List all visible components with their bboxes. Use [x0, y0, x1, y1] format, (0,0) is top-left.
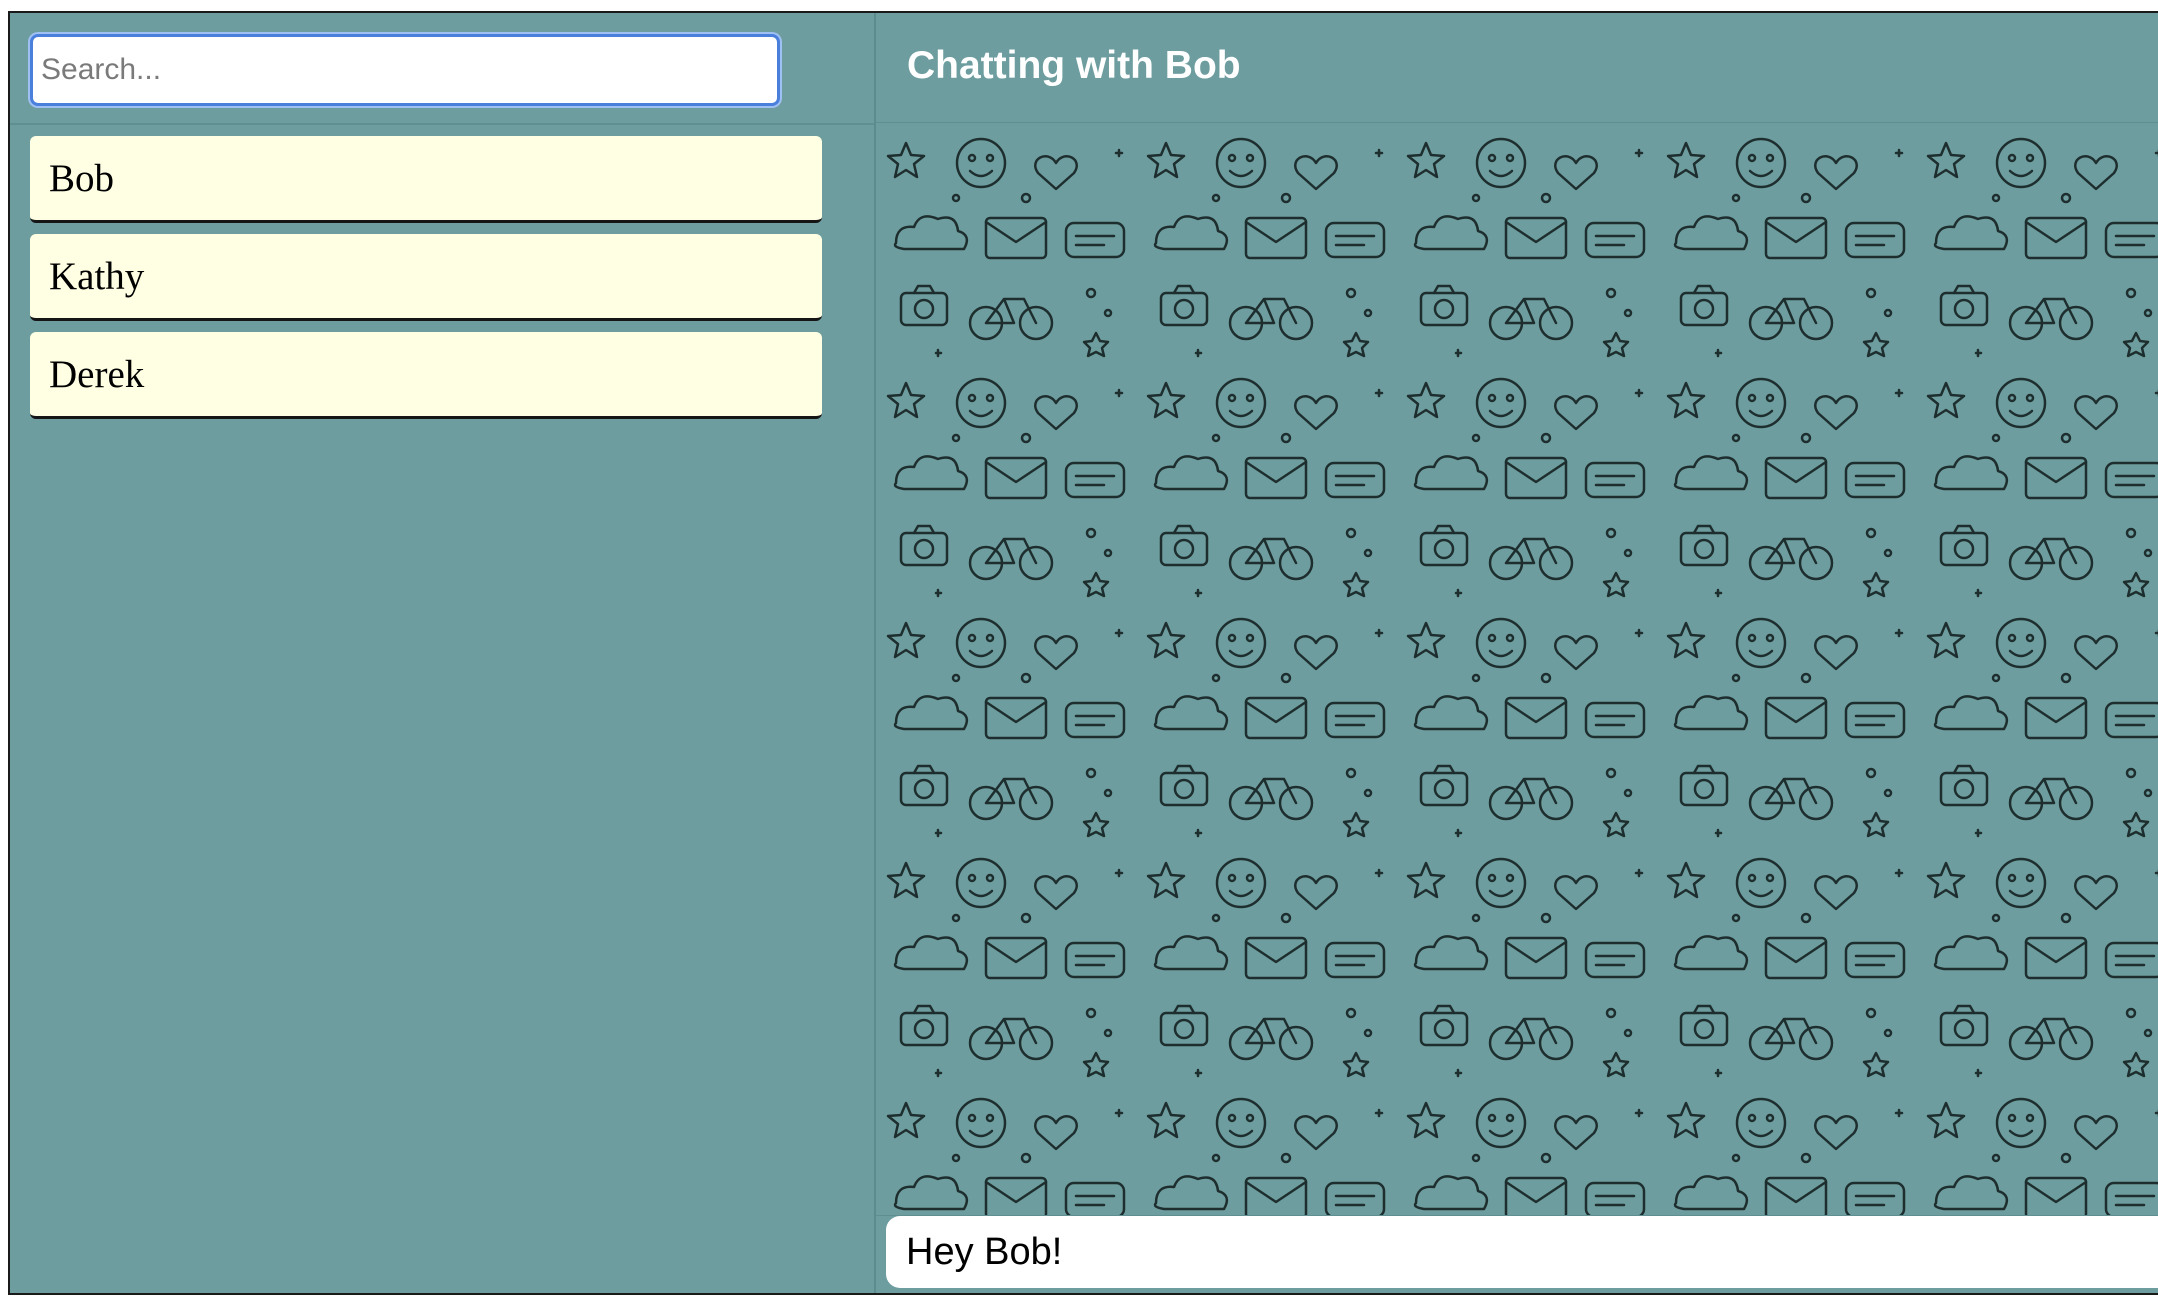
contact-item-kathy[interactable]: Kathy [30, 234, 822, 321]
contact-item-derek[interactable]: Derek [30, 332, 822, 419]
contact-name: Kathy [49, 254, 145, 298]
chat-header: Chatting with Bob [876, 13, 2158, 122]
contact-name: Bob [49, 156, 115, 200]
contacts-sidebar: Bob Kathy Derek [10, 13, 876, 1293]
chat-panel: Chatting with Bob Hey Bob! [876, 13, 2158, 1293]
search-input[interactable] [30, 34, 780, 106]
doodle-wallpaper-pattern-icon [876, 123, 2158, 1215]
chat-app-window: Bob Kathy Derek Chatting with Bob [8, 11, 2158, 1295]
message-input-text: Hey Bob! [906, 1230, 1063, 1273]
contact-name: Derek [49, 352, 145, 396]
search-container [10, 13, 874, 125]
chat-title: Chatting with Bob [907, 44, 1241, 87]
contact-list: Bob Kathy Derek [10, 125, 874, 419]
chat-message-area [876, 122, 2158, 1216]
message-input[interactable]: Hey Bob! [886, 1216, 2158, 1288]
contact-item-bob[interactable]: Bob [30, 136, 822, 223]
